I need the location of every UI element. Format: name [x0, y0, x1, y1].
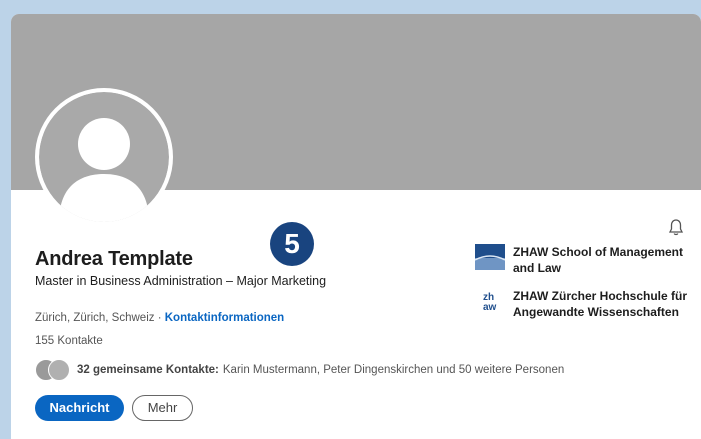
profile-location: Zürich, Zürich, Schweiz · Kontaktinforma…	[35, 312, 284, 324]
mutual-connections[interactable]: 32 gemeinsame Kontakte: Karin Mustermann…	[35, 359, 564, 381]
education-name: ZHAW School of Management and Law	[513, 245, 684, 275]
message-button[interactable]: Nachricht	[35, 395, 124, 421]
connections-count[interactable]: 155 Kontakte	[35, 335, 103, 347]
profile-headline: Master in Business Administration – Majo…	[35, 274, 327, 288]
zhaw-logo-icon: zh aw	[483, 292, 497, 313]
mutual-avatar	[48, 359, 70, 381]
bell-icon[interactable]	[668, 219, 684, 237]
step-marker: 5	[270, 222, 314, 266]
profile-avatar[interactable]	[35, 88, 173, 226]
mutual-names: Karin Mustermann, Peter Dingenskirchen u…	[222, 364, 565, 376]
location-text: Zürich, Zürich, Schweiz ·	[35, 312, 162, 324]
education-item[interactable]: zh aw ZHAW Zürcher Hochschule für Angewa…	[475, 288, 695, 320]
avatar-placeholder-icon	[39, 92, 169, 222]
education-name: ZHAW Zürcher Hochschule für Angewandte W…	[513, 289, 688, 319]
mutual-label: 32 gemeinsame Kontakte:	[77, 364, 219, 376]
profile-card: 5 Andrea Template Master in Business Adm…	[11, 14, 701, 439]
contact-info-link[interactable]: Kontaktinformationen	[165, 312, 284, 324]
education-item[interactable]: ZHAW School of Management and Law	[475, 244, 695, 276]
profile-name: Andrea Template	[35, 248, 193, 270]
svg-text:aw: aw	[483, 302, 497, 313]
more-button[interactable]: Mehr	[132, 395, 193, 421]
mutual-avatars	[35, 359, 71, 381]
school-logo-icon	[475, 244, 505, 270]
